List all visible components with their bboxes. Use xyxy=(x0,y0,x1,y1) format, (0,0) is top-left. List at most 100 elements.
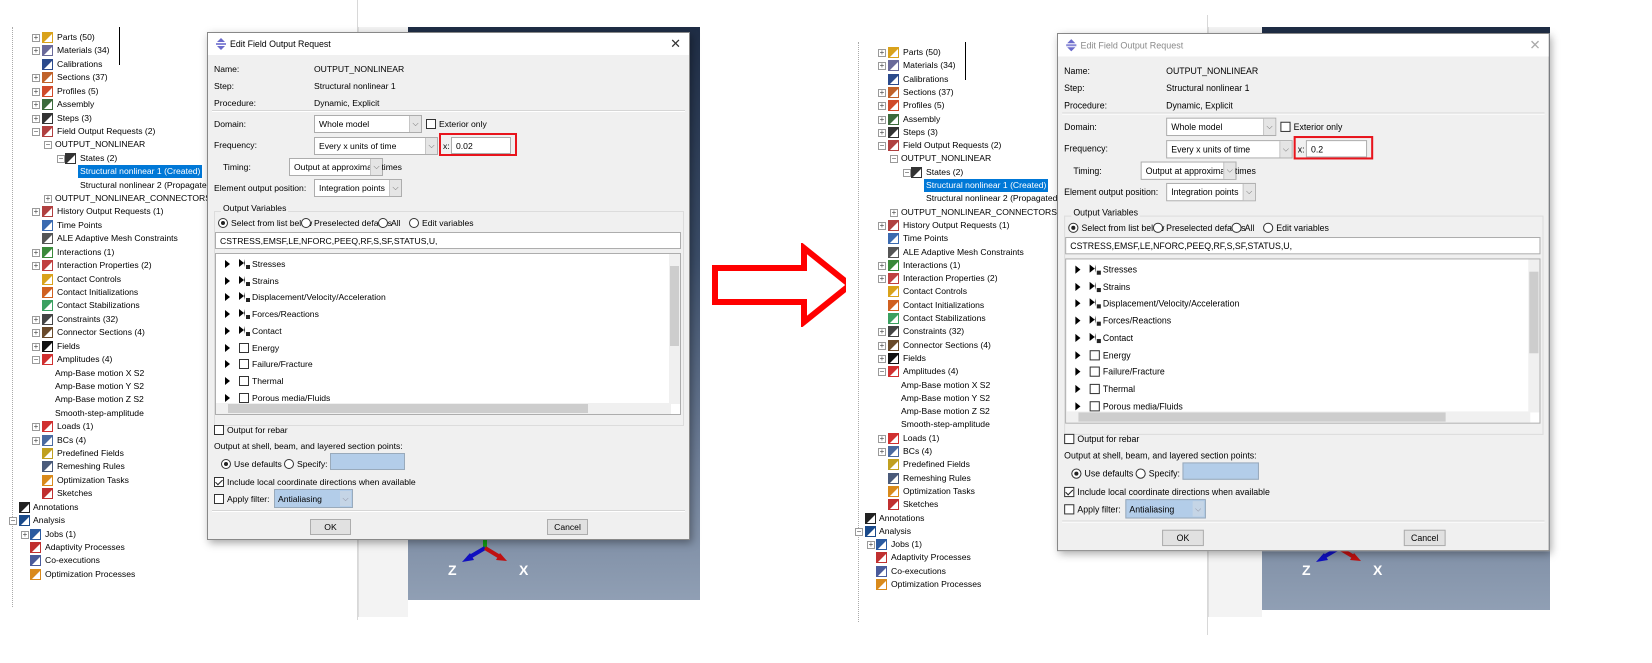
variables-text-field[interactable]: CSTRESS,EMSF,LE,NFORC,PEEQ,RF,S,SF,STATU… xyxy=(215,232,681,249)
scrollbar-thumb[interactable] xyxy=(670,266,679,346)
dialog-titlebar[interactable]: Edit Field Output Request ✕ xyxy=(208,33,689,55)
expand-icon[interactable]: + xyxy=(878,49,886,57)
expand-icon[interactable]: + xyxy=(32,315,40,324)
expand-icon[interactable]: + xyxy=(21,530,29,539)
expand-icon[interactable]: + xyxy=(878,434,886,443)
variable-group-checkbox[interactable] xyxy=(1089,366,1100,377)
variable-group-checkbox[interactable] xyxy=(1089,383,1100,394)
expand-icon[interactable]: + xyxy=(878,62,886,71)
element-position-select[interactable]: Integration points ⌵ xyxy=(1166,182,1256,202)
specify-radio[interactable] xyxy=(284,459,294,469)
vertical-scrollbar[interactable] xyxy=(1528,259,1540,413)
variable-source-radio[interactable] xyxy=(301,218,311,228)
exterior-only-checkbox[interactable] xyxy=(1280,121,1291,132)
close-icon[interactable]: ✕ xyxy=(670,36,681,52)
expand-icon[interactable]: + xyxy=(32,47,40,56)
frequency-select[interactable]: Every x units of time ⌵ xyxy=(314,137,438,155)
variable-group-checkbox[interactable] xyxy=(239,259,250,269)
variable-group-checkbox[interactable] xyxy=(1089,349,1100,360)
expand-triangle-icon[interactable] xyxy=(225,343,230,352)
horizontal-scrollbar[interactable] xyxy=(1066,411,1531,423)
variable-source-radio[interactable] xyxy=(1152,222,1164,233)
expand-triangle-icon[interactable] xyxy=(1075,333,1081,342)
collapse-icon[interactable]: − xyxy=(890,155,898,164)
variable-source-radio[interactable] xyxy=(409,218,419,228)
variable-group-checkbox[interactable] xyxy=(239,309,250,320)
cancel-button[interactable]: Cancel xyxy=(547,519,588,535)
output-rebar-checkbox[interactable] xyxy=(214,425,224,435)
expand-icon[interactable]: + xyxy=(878,341,886,350)
variable-source-radio[interactable] xyxy=(1068,222,1079,233)
collapse-icon[interactable]: − xyxy=(57,154,65,163)
frequency-select[interactable]: Every x units of time ⌵ xyxy=(1166,140,1293,159)
variable-source-radio[interactable] xyxy=(1231,222,1242,233)
expand-icon[interactable]: + xyxy=(32,87,40,96)
variable-group-checkbox[interactable] xyxy=(239,342,249,353)
scrollbar-thumb[interactable] xyxy=(228,404,588,413)
expand-icon[interactable]: + xyxy=(44,195,52,204)
variables-text-field[interactable]: CSTRESS,EMSF,LE,NFORC,PEEQ,RF,S,SF,STATU… xyxy=(1065,237,1541,255)
horizontal-scrollbar[interactable] xyxy=(216,403,671,414)
expand-triangle-icon[interactable] xyxy=(225,260,230,268)
cancel-button[interactable]: Cancel xyxy=(1403,529,1446,547)
exterior-only-checkbox[interactable] xyxy=(426,119,436,129)
vertical-scrollbar[interactable] xyxy=(669,254,680,404)
collapse-icon[interactable]: − xyxy=(878,368,886,377)
variable-group-checkbox[interactable] xyxy=(239,275,250,286)
scrollbar-thumb[interactable] xyxy=(1529,271,1539,354)
include-local-checkbox[interactable] xyxy=(1064,486,1075,498)
expand-icon[interactable]: + xyxy=(32,342,40,351)
expand-triangle-icon[interactable] xyxy=(225,310,230,319)
expand-icon[interactable]: + xyxy=(890,208,898,217)
expand-triangle-icon[interactable] xyxy=(225,276,230,285)
filter-select[interactable]: Antialiasing ⌵ xyxy=(274,489,353,508)
expand-icon[interactable]: + xyxy=(32,101,40,110)
close-icon[interactable]: ✕ xyxy=(1529,37,1540,53)
specify-input[interactable] xyxy=(330,453,405,470)
element-position-select[interactable]: Integration points ⌵ xyxy=(314,179,402,197)
expand-triangle-icon[interactable] xyxy=(1075,316,1081,325)
apply-filter-checkbox[interactable] xyxy=(1064,504,1075,515)
output-rebar-checkbox[interactable] xyxy=(1064,433,1075,445)
expand-triangle-icon[interactable] xyxy=(225,326,230,335)
expand-triangle-icon[interactable] xyxy=(1075,401,1081,410)
expand-icon[interactable]: + xyxy=(878,88,886,97)
specify-radio[interactable] xyxy=(1135,468,1146,479)
expand-triangle-icon[interactable] xyxy=(225,293,230,302)
timing-select[interactable]: Output at approximate times ⌵ xyxy=(289,158,402,176)
expand-icon[interactable]: + xyxy=(32,436,40,445)
collapse-icon[interactable]: − xyxy=(9,517,17,526)
collapse-icon[interactable]: − xyxy=(903,168,911,177)
expand-triangle-icon[interactable] xyxy=(1075,367,1081,376)
variable-group-checkbox[interactable] xyxy=(1089,332,1101,343)
expand-icon[interactable]: + xyxy=(878,328,886,337)
ok-button[interactable]: OK xyxy=(1162,529,1204,547)
variable-group-checkbox[interactable] xyxy=(239,325,250,336)
variable-group-checkbox[interactable] xyxy=(239,392,249,403)
expand-icon[interactable]: + xyxy=(878,448,886,456)
include-local-checkbox[interactable] xyxy=(214,477,224,487)
expand-icon[interactable]: + xyxy=(32,262,40,271)
expand-triangle-icon[interactable] xyxy=(1075,384,1081,393)
variable-group-checkbox[interactable] xyxy=(1089,298,1101,309)
variable-group-checkbox[interactable] xyxy=(239,359,249,370)
expand-icon[interactable]: + xyxy=(878,128,886,137)
use-defaults-radio[interactable] xyxy=(1071,468,1082,479)
apply-filter-checkbox[interactable] xyxy=(214,494,224,504)
domain-select[interactable]: Whole model ⌵ xyxy=(1166,117,1277,137)
expand-icon[interactable]: + xyxy=(32,423,40,432)
collapse-icon[interactable]: − xyxy=(855,527,863,536)
variable-source-radio[interactable] xyxy=(218,218,228,228)
expand-icon[interactable]: + xyxy=(32,74,40,83)
expand-icon[interactable]: + xyxy=(878,102,886,111)
expand-icon[interactable]: + xyxy=(32,34,40,42)
expand-triangle-icon[interactable] xyxy=(1075,299,1081,308)
filter-select[interactable]: Antialiasing ⌵ xyxy=(1125,499,1206,519)
use-defaults-radio[interactable] xyxy=(221,459,231,469)
expand-icon[interactable]: + xyxy=(878,261,886,270)
expand-icon[interactable]: + xyxy=(32,329,40,338)
expand-triangle-icon[interactable] xyxy=(1075,282,1081,291)
variable-group-checkbox[interactable] xyxy=(1089,264,1101,275)
expand-icon[interactable]: + xyxy=(867,541,875,550)
dialog-titlebar[interactable]: Edit Field Output Request ✕ xyxy=(1058,34,1549,57)
